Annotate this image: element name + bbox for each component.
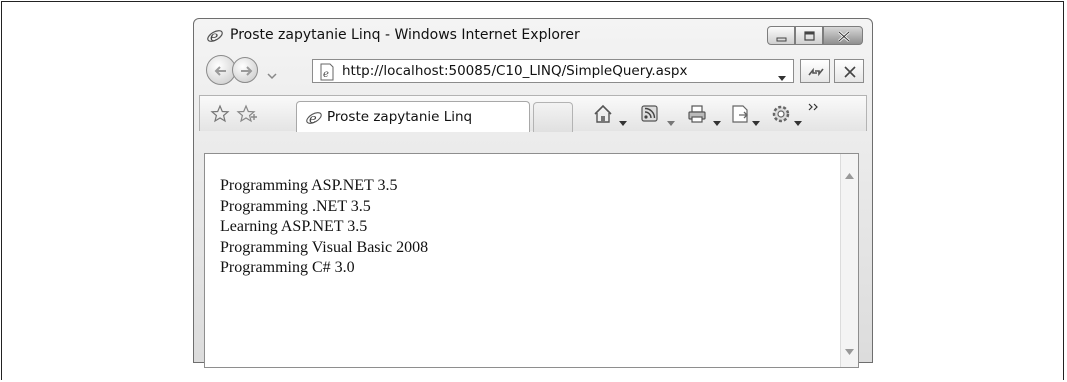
list-item: Programming ASP.NET 3.5 xyxy=(220,177,398,194)
vertical-scrollbar[interactable] xyxy=(840,154,858,367)
refresh-button[interactable] xyxy=(800,59,830,83)
scroll-down-arrow-icon[interactable] xyxy=(845,340,854,359)
chevron-down-icon xyxy=(667,121,675,126)
recent-pages-dropdown[interactable] xyxy=(267,66,277,85)
ie-logo-icon: e xyxy=(206,27,224,45)
window-controls xyxy=(767,26,863,46)
svg-text:e: e xyxy=(210,29,218,45)
stop-icon xyxy=(844,66,856,78)
print-icon[interactable] xyxy=(686,103,708,129)
page-menu-icon[interactable] xyxy=(730,103,752,129)
chevron-down-icon xyxy=(794,121,802,126)
minimize-button[interactable] xyxy=(767,26,795,45)
window-title: Proste zapytanie Linq - Windows Internet… xyxy=(230,27,580,43)
title-bar: e Proste zapytanie Linq - Windows Intern… xyxy=(194,19,872,51)
tools-dropdown[interactable] xyxy=(794,112,802,131)
ie-page-icon: e xyxy=(305,109,323,131)
list-item: Programming .NET 3.5 xyxy=(220,197,371,215)
tab-active[interactable]: e Proste zapytanie Linq xyxy=(296,101,530,132)
chevron-down-icon xyxy=(778,76,786,81)
list-item: Programming C# 3.0 xyxy=(220,259,355,276)
chevron-down-icon xyxy=(619,121,627,126)
tab-label: Proste zapytanie Linq xyxy=(327,109,473,125)
book-list: Programming ASP.NET 3.5 Programming .NET… xyxy=(220,176,428,279)
page-content: Programming ASP.NET 3.5 Programming .NET… xyxy=(204,153,859,368)
new-tab-button[interactable] xyxy=(533,102,573,132)
svg-text:e: e xyxy=(323,69,329,80)
stop-button[interactable] xyxy=(834,59,864,83)
maximize-button[interactable] xyxy=(795,26,823,45)
scroll-up-arrow-icon[interactable] xyxy=(845,164,854,183)
svg-text:e: e xyxy=(309,112,317,127)
refresh-icon xyxy=(808,67,824,77)
chevron-down-icon xyxy=(267,73,277,80)
tab-bar: e Proste zapytanie Linq xyxy=(199,95,867,132)
forward-arrow-icon xyxy=(241,66,253,76)
print-dropdown[interactable] xyxy=(713,112,721,131)
minimize-icon xyxy=(776,37,787,42)
tools-gear-icon[interactable] xyxy=(770,103,792,129)
address-dropdown[interactable] xyxy=(777,68,787,87)
page-dropdown[interactable] xyxy=(752,112,760,131)
page-icon: e xyxy=(318,63,336,85)
add-favorite-icon[interactable] xyxy=(236,104,258,128)
home-icon[interactable] xyxy=(592,103,614,129)
maximize-icon xyxy=(804,31,815,41)
address-url: http://localhost:50085/C10_LINQ/SimpleQu… xyxy=(342,63,688,79)
feeds-icon[interactable] xyxy=(640,103,660,127)
list-item: Programming Visual Basic 2008 xyxy=(220,238,429,256)
home-dropdown[interactable] xyxy=(619,112,627,131)
address-bar[interactable]: e http://localhost:50085/C10_LINQ/Simple… xyxy=(312,59,794,83)
close-icon xyxy=(838,31,850,42)
forward-button[interactable] xyxy=(232,57,258,83)
feeds-dropdown[interactable] xyxy=(667,112,675,131)
favorites-star-icon[interactable] xyxy=(210,104,230,128)
browser-window: e Proste zapytanie Linq - Windows Intern… xyxy=(193,18,873,368)
close-button[interactable] xyxy=(823,26,863,45)
chevron-down-icon xyxy=(713,121,721,126)
list-item: Learning ASP.NET 3.5 xyxy=(220,218,368,235)
navigation-bar: e http://localhost:50085/C10_LINQ/Simple… xyxy=(194,51,872,89)
chevron-more-icon[interactable] xyxy=(808,98,820,117)
chevron-down-icon xyxy=(752,121,760,126)
